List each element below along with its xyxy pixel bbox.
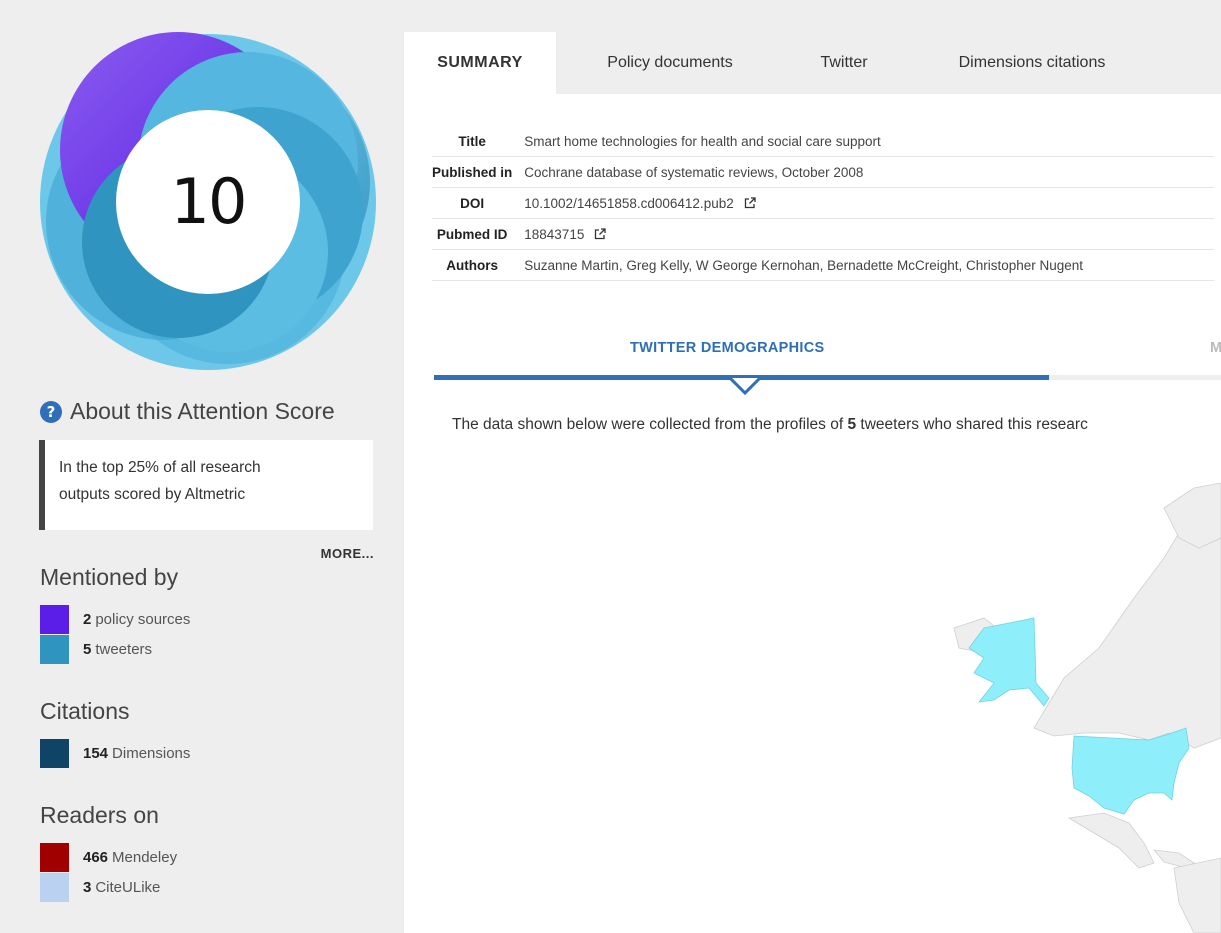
meta-key-doi: DOI (432, 187, 521, 219)
reader-citeulike-row[interactable]: 3 CiteULike (40, 873, 160, 902)
map-greenland (1163, 482, 1221, 549)
map-mexico (1067, 812, 1155, 869)
rank-box: In the top 25% of all research outputs s… (39, 440, 373, 530)
about-attention-score-link[interactable]: ? About this Attention Score (40, 398, 335, 425)
intro-pre: The data shown below were collected from… (452, 416, 848, 433)
tab-next-partial[interactable]: M (1210, 340, 1221, 356)
mention-tweeters-row[interactable]: 5 tweeters (40, 635, 152, 664)
reader-mendeley-row[interactable]: 466 Mendeley (40, 843, 177, 872)
mendeley-count: 466 (83, 849, 109, 866)
citeulike-count: 3 (83, 879, 92, 896)
dimensions-label: Dimensions (112, 745, 191, 762)
meta-key-pubmed: Pubmed ID (432, 218, 521, 250)
tweeters-count: 5 (83, 641, 92, 658)
external-link-icon[interactable] (744, 196, 756, 209)
rank-line2: outputs scored by Altmetric (59, 486, 246, 503)
meta-key-authors: Authors (432, 249, 521, 281)
meta-val-pubmed-cell: 18843715 (520, 218, 1215, 250)
intro-post: tweeters who shared this researc (856, 416, 1088, 433)
meta-val-title: Smart home technologies for health and s… (520, 126, 1215, 157)
policy-swatch (40, 605, 69, 634)
meta-row-pubmed: Pubmed ID 18843715 (432, 218, 1215, 250)
mendeley-swatch (40, 843, 69, 872)
tweeters-swatch (40, 635, 69, 664)
dimensions-count: 154 (83, 745, 109, 762)
citations-title: Citations (40, 698, 130, 724)
details-panel: SUMMARY Policy documents Twitter Dimensi… (404, 8, 1221, 933)
external-link-icon[interactable] (594, 227, 606, 240)
meta-val-doi-cell: 10.1002/14651858.cd006412.pub2 (520, 187, 1215, 219)
about-label: About this Attention Score (70, 398, 335, 424)
pubmed-link[interactable]: 18843715 (524, 227, 584, 242)
mention-policy-row[interactable]: 2 policy sources (40, 605, 190, 634)
meta-row-authors: Authors Suzanne Martin, Greg Kelly, W Ge… (432, 249, 1215, 281)
tab-dimensions-citations[interactable]: Dimensions citations (916, 32, 1148, 94)
question-circle-icon: ? (40, 400, 62, 423)
active-caret-icon (729, 377, 761, 395)
tab-twitter-demographics[interactable]: TWITTER DEMOGRAPHICS (630, 340, 825, 356)
attention-score: 10 (170, 165, 248, 238)
citeulike-label: CiteULike (95, 879, 161, 896)
more-link[interactable]: MORE... (321, 546, 374, 561)
tab-policy-documents[interactable]: Policy documents (568, 32, 772, 94)
meta-row-doi: DOI 10.1002/14651858.cd006412.pub2 (432, 187, 1215, 219)
citation-dimensions-row[interactable]: 154 Dimensions (40, 739, 190, 768)
mendeley-label: Mendeley (112, 849, 178, 866)
article-metadata-table: Title Smart home technologies for health… (432, 126, 1215, 281)
meta-val-published: Cochrane database of systematic reviews,… (520, 156, 1215, 188)
mentioned-by-title: Mentioned by (40, 564, 179, 590)
doi-link[interactable]: 10.1002/14651858.cd006412.pub2 (524, 196, 733, 211)
rank-line1: In the top 25% of all research (59, 459, 261, 476)
intro-count: 5 (847, 416, 857, 433)
map-usa (1071, 727, 1190, 815)
policy-label: policy sources (95, 611, 191, 628)
demographics-intro: The data shown below were collected from… (452, 416, 1088, 434)
readers-on-title: Readers on (40, 802, 159, 828)
meta-val-authors: Suzanne Martin, Greg Kelly, W George Ker… (520, 249, 1215, 281)
meta-row-title: Title Smart home technologies for health… (432, 126, 1215, 157)
meta-row-published: Published in Cochrane database of system… (432, 156, 1215, 188)
map-south-america (1173, 857, 1221, 933)
citeulike-swatch (40, 873, 69, 902)
policy-count: 2 (83, 611, 92, 628)
score-sidebar: 10 ? About this Attention Score In the t… (8, 8, 404, 933)
tweeters-label: tweeters (95, 641, 153, 658)
meta-key-published: Published in (432, 156, 521, 188)
meta-key-title: Title (432, 126, 521, 157)
tab-bar: SUMMARY Policy documents Twitter Dimensi… (404, 32, 1160, 94)
dimensions-swatch (40, 739, 69, 768)
tab-twitter[interactable]: Twitter (784, 32, 904, 94)
world-map[interactable] (924, 478, 1221, 933)
tab-summary[interactable]: SUMMARY (404, 32, 556, 94)
